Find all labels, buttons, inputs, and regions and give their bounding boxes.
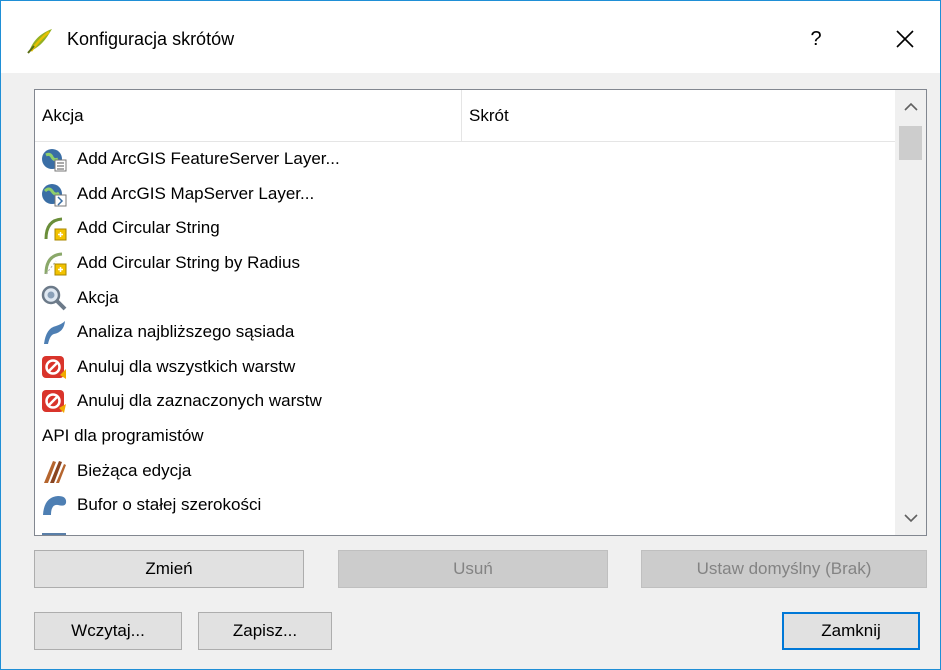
list-item[interactable]: Add Circular String by Radius — [35, 246, 895, 281]
list-item[interactable]: Anuluj dla zaznaczonych warstw — [35, 384, 895, 419]
list-item-partial[interactable] — [35, 523, 895, 535]
list-item-label: Analiza najbliższego sąsiada — [77, 322, 295, 342]
list-item[interactable]: Anuluj dla wszystkich warstw — [35, 350, 895, 385]
chevron-up-icon — [903, 102, 918, 111]
dialog-title: Konfiguracja skrótów — [67, 29, 235, 49]
rollback-selected-icon — [42, 390, 66, 414]
list-item-label: Anuluj dla wszystkich warstw — [77, 356, 296, 376]
list-item-label: Bieżąca edycja — [77, 460, 192, 480]
nearest-neighbour-icon — [44, 321, 65, 345]
help-button[interactable]: ? — [799, 23, 833, 55]
close-icon — [896, 30, 914, 48]
list-item-label: API dla programistów — [42, 426, 204, 446]
list-item[interactable]: Analiza najbliższego sąsiada — [35, 315, 895, 350]
vertical-scrollbar[interactable] — [895, 90, 926, 535]
qgis-app-icon — [27, 29, 52, 54]
arcgis-featureserver-icon — [42, 149, 67, 172]
list-item-label: Add Circular String — [77, 218, 220, 238]
list-item-label: Akcja — [77, 287, 119, 307]
list-item[interactable]: Bufor o stałej szerokości — [35, 488, 895, 523]
list-item[interactable]: Bieżąca edycja — [35, 453, 895, 488]
close-button[interactable]: Zamknij — [782, 612, 920, 650]
remove-button[interactable]: Usuń — [338, 550, 608, 588]
change-button[interactable]: Zmień — [34, 550, 304, 588]
circular-string-radius-icon — [44, 252, 67, 276]
list-item-label: Anuluj dla zaznaczonych warstw — [77, 391, 322, 411]
scroll-up-button[interactable] — [895, 90, 926, 124]
buffer-icon — [43, 496, 67, 516]
set-default-button[interactable]: Ustaw domyślny (Brak) — [641, 550, 927, 588]
close-window-button[interactable] — [887, 23, 923, 55]
list-item[interactable]: API dla programistów — [35, 419, 895, 454]
shortcuts-dialog: Konfiguracja skrótów ? Akcja Skrót Add A… — [0, 0, 941, 670]
list-item-label: Add Circular String by Radius — [77, 253, 300, 273]
help-icon: ? — [810, 28, 822, 50]
save-button[interactable]: Zapisz... — [198, 612, 332, 650]
list-item[interactable]: Add Circular String — [35, 211, 895, 246]
chevron-down-icon — [903, 514, 918, 523]
load-button[interactable]: Wczytaj... — [34, 612, 182, 650]
list-header: Akcja Skrót — [35, 90, 895, 142]
column-separator[interactable] — [461, 90, 462, 142]
column-header-action[interactable]: Akcja — [42, 106, 84, 126]
list-item[interactable]: Akcja — [35, 280, 895, 315]
rollback-all-icon — [42, 355, 66, 379]
current-edits-icon — [44, 460, 66, 483]
list-item[interactable]: Add ArcGIS FeatureServer Layer... — [35, 142, 895, 177]
list-item[interactable]: Add ArcGIS MapServer Layer... — [35, 177, 895, 212]
scroll-down-button[interactable] — [895, 501, 926, 535]
scrollbar-thumb[interactable] — [899, 126, 922, 160]
action-magnifier-icon — [41, 285, 67, 311]
list-rows: Add ArcGIS FeatureServer Layer... Add Ar… — [35, 142, 895, 535]
title-bar: Konfiguracja skrótów ? — [1, 1, 940, 73]
list-item-label: Add ArcGIS MapServer Layer... — [77, 183, 315, 203]
shortcuts-list[interactable]: Akcja Skrót Add ArcGIS FeatureServer Lay… — [34, 89, 927, 536]
list-item-label: Add ArcGIS FeatureServer Layer... — [77, 149, 340, 169]
partial-row-icon — [42, 532, 66, 535]
column-header-shortcut[interactable]: Skrót — [469, 106, 509, 126]
arcgis-mapserver-icon — [42, 183, 67, 207]
list-item-label: Bufor o stałej szerokości — [77, 495, 262, 515]
circular-string-icon — [44, 217, 67, 241]
